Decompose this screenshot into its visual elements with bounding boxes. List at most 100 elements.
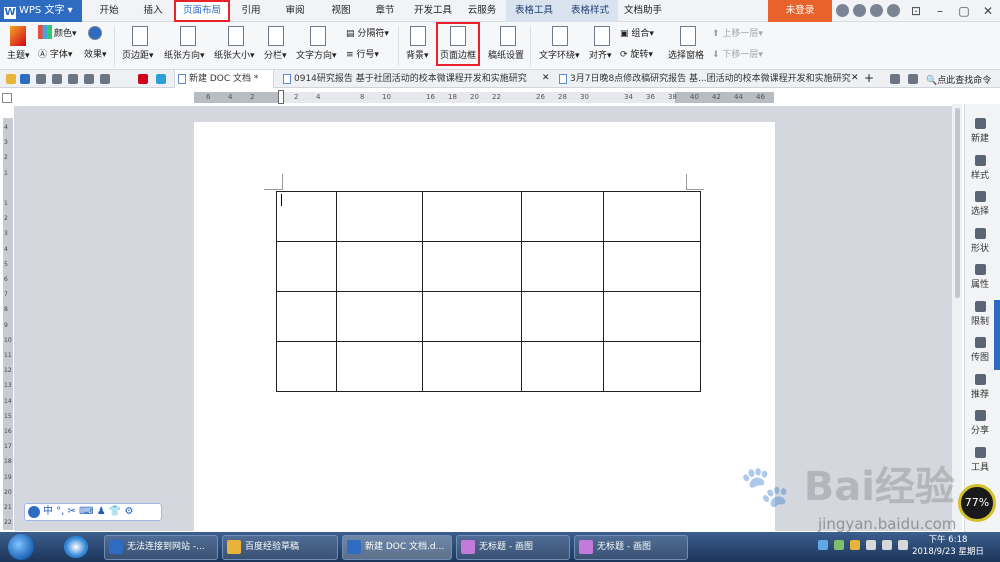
text-direction-icon[interactable] bbox=[310, 26, 326, 46]
print-preview-icon[interactable] bbox=[52, 74, 62, 84]
taskbar-item[interactable]: 无法连接到网站 -... bbox=[104, 535, 218, 560]
theme-icon[interactable] bbox=[10, 26, 26, 46]
print-icon[interactable] bbox=[36, 74, 46, 84]
align-icon[interactable] bbox=[594, 26, 610, 46]
orientation-button[interactable]: 纸张方向▾ bbox=[164, 48, 205, 61]
table-cell[interactable] bbox=[521, 191, 604, 242]
settings-icon[interactable] bbox=[908, 74, 918, 84]
table-cell[interactable] bbox=[422, 191, 522, 242]
tab-view[interactable]: 视图 bbox=[324, 0, 358, 22]
tray-shield-icon[interactable] bbox=[818, 540, 828, 550]
right-panel-item[interactable]: 属性 bbox=[964, 264, 996, 290]
document-table[interactable] bbox=[276, 191, 701, 392]
right-panel-item[interactable]: 分享 bbox=[964, 410, 996, 436]
tray-app-icon[interactable] bbox=[850, 540, 860, 550]
new-tab-icon[interactable]: + bbox=[864, 71, 874, 85]
page-border-icon[interactable] bbox=[450, 26, 466, 46]
rotate-button[interactable]: ⟳ 旋转▾ bbox=[620, 47, 653, 60]
indent-marker[interactable] bbox=[278, 90, 284, 104]
start-button-icon[interactable] bbox=[8, 534, 34, 560]
restore-icon[interactable]: ⊡ bbox=[906, 1, 926, 21]
right-panel-item[interactable]: 工具 bbox=[964, 446, 996, 473]
panel-expand-handle[interactable] bbox=[994, 300, 1000, 370]
table-cell[interactable] bbox=[422, 291, 522, 342]
tab-table-style[interactable]: 表格样式 bbox=[562, 0, 618, 22]
save-icon[interactable] bbox=[20, 74, 30, 84]
table-cell[interactable] bbox=[422, 341, 522, 392]
tab-page-layout[interactable]: 页面布局 bbox=[174, 0, 230, 22]
tray-app-icon[interactable] bbox=[834, 540, 844, 550]
text-wrap-button[interactable]: 文字环绕▾ bbox=[539, 48, 580, 61]
table-cell[interactable] bbox=[276, 291, 337, 342]
table-cell[interactable] bbox=[276, 341, 337, 392]
background-button[interactable]: 背景▾ bbox=[406, 48, 429, 61]
send-backward-button[interactable]: ⬇ 下移一层▾ bbox=[712, 47, 763, 60]
tab-developer[interactable]: 开发工具 bbox=[410, 0, 456, 22]
right-panel-item[interactable]: 形状 bbox=[964, 227, 996, 254]
table-cell[interactable] bbox=[422, 241, 522, 292]
right-panel-item[interactable]: 新建 bbox=[964, 118, 996, 144]
text-direction-button[interactable]: 文字方向▾ bbox=[296, 48, 337, 61]
margins-button[interactable]: 页边距▾ bbox=[122, 48, 154, 61]
columns-button[interactable]: 分栏▾ bbox=[264, 48, 287, 61]
theme-button[interactable]: 主题▾ bbox=[7, 48, 30, 61]
taskbar-item[interactable]: 百度经验草稿 bbox=[222, 535, 338, 560]
table-cell[interactable] bbox=[336, 341, 423, 392]
table-cell[interactable] bbox=[521, 341, 604, 392]
table-cell[interactable] bbox=[603, 191, 701, 242]
close-tab-icon[interactable]: ✕ bbox=[542, 73, 550, 83]
table-cell[interactable] bbox=[521, 241, 604, 292]
skin-icon[interactable] bbox=[836, 4, 849, 17]
redo-icon[interactable] bbox=[100, 74, 110, 84]
taskbar-item-active[interactable]: 新建 DOC 文档.d... bbox=[342, 535, 452, 560]
tab-review[interactable]: 审阅 bbox=[278, 0, 312, 22]
maximize-icon[interactable]: ▢ bbox=[954, 1, 974, 21]
scrollbar-thumb[interactable] bbox=[955, 108, 960, 298]
text-wrap-icon[interactable] bbox=[552, 26, 568, 46]
tray-volume-icon[interactable] bbox=[898, 540, 908, 550]
table-cell[interactable] bbox=[603, 291, 701, 342]
table-cell[interactable] bbox=[336, 241, 423, 292]
tab-table-tools[interactable]: 表格工具 bbox=[506, 0, 562, 22]
grid-paper-icon[interactable] bbox=[500, 26, 516, 46]
page-border-button[interactable]: 页面边框 bbox=[440, 48, 476, 61]
table-cell[interactable] bbox=[336, 291, 423, 342]
bring-forward-button[interactable]: ⬆ 上移一层▾ bbox=[712, 26, 763, 39]
table-cell[interactable] bbox=[276, 241, 337, 292]
doc-tab-active[interactable]: 新建 DOC 文档 * bbox=[174, 70, 274, 88]
tab-insert[interactable]: 插入 bbox=[134, 0, 172, 22]
format-painter-icon[interactable] bbox=[68, 74, 78, 84]
undo-icon[interactable] bbox=[84, 74, 94, 84]
tab-home[interactable]: 开始 bbox=[90, 0, 128, 22]
login-button[interactable]: 未登录 bbox=[768, 0, 832, 22]
group-button[interactable]: ▣ 组合▾ bbox=[620, 26, 654, 39]
minimize-doc-icon[interactable] bbox=[890, 74, 900, 84]
grid-paper-button[interactable]: 稿纸设置 bbox=[488, 48, 524, 61]
taskbar-clock[interactable]: 下午 6:18 2018/9/23 星期日 bbox=[910, 534, 986, 558]
wps-home-icon[interactable] bbox=[138, 74, 148, 84]
ruler-corner-icon[interactable] bbox=[2, 93, 12, 103]
ie-icon[interactable] bbox=[64, 536, 88, 558]
separator-button[interactable]: ▤ 分隔符▾ bbox=[346, 26, 389, 39]
effect-icon[interactable] bbox=[88, 26, 102, 40]
right-panel-item[interactable]: 样式 bbox=[964, 154, 996, 181]
share-icon[interactable] bbox=[870, 4, 883, 17]
margins-icon[interactable] bbox=[132, 26, 148, 46]
search-command[interactable]: 🔍点此查找命令 bbox=[926, 73, 991, 86]
feedback-icon[interactable] bbox=[853, 4, 866, 17]
doc-tab[interactable]: 3月7日晚8点修改稿研究报告 基...团活动的校本微课程开发和实施研究 bbox=[556, 70, 852, 88]
paper-size-button[interactable]: 纸张大小▾ bbox=[214, 48, 255, 61]
table-cell[interactable] bbox=[336, 191, 423, 242]
effect-button[interactable]: 效果▾ bbox=[84, 47, 107, 60]
table-cell[interactable] bbox=[603, 341, 701, 392]
right-panel-item[interactable]: 限制 bbox=[964, 300, 996, 327]
right-panel-item[interactable]: 选择 bbox=[964, 191, 996, 217]
ime-toolbar[interactable]: 中 °, ✂ ⌨ ♟ 👕 ⚙ bbox=[24, 503, 162, 521]
table-cell[interactable] bbox=[521, 291, 604, 342]
minimize-icon[interactable]: – bbox=[930, 1, 950, 21]
tray-network-icon[interactable] bbox=[866, 540, 876, 550]
orientation-icon[interactable] bbox=[180, 26, 196, 46]
taskbar-item[interactable]: 无标题 - 画图 bbox=[574, 535, 688, 560]
open-icon[interactable] bbox=[6, 74, 16, 84]
columns-icon[interactable] bbox=[268, 26, 284, 46]
